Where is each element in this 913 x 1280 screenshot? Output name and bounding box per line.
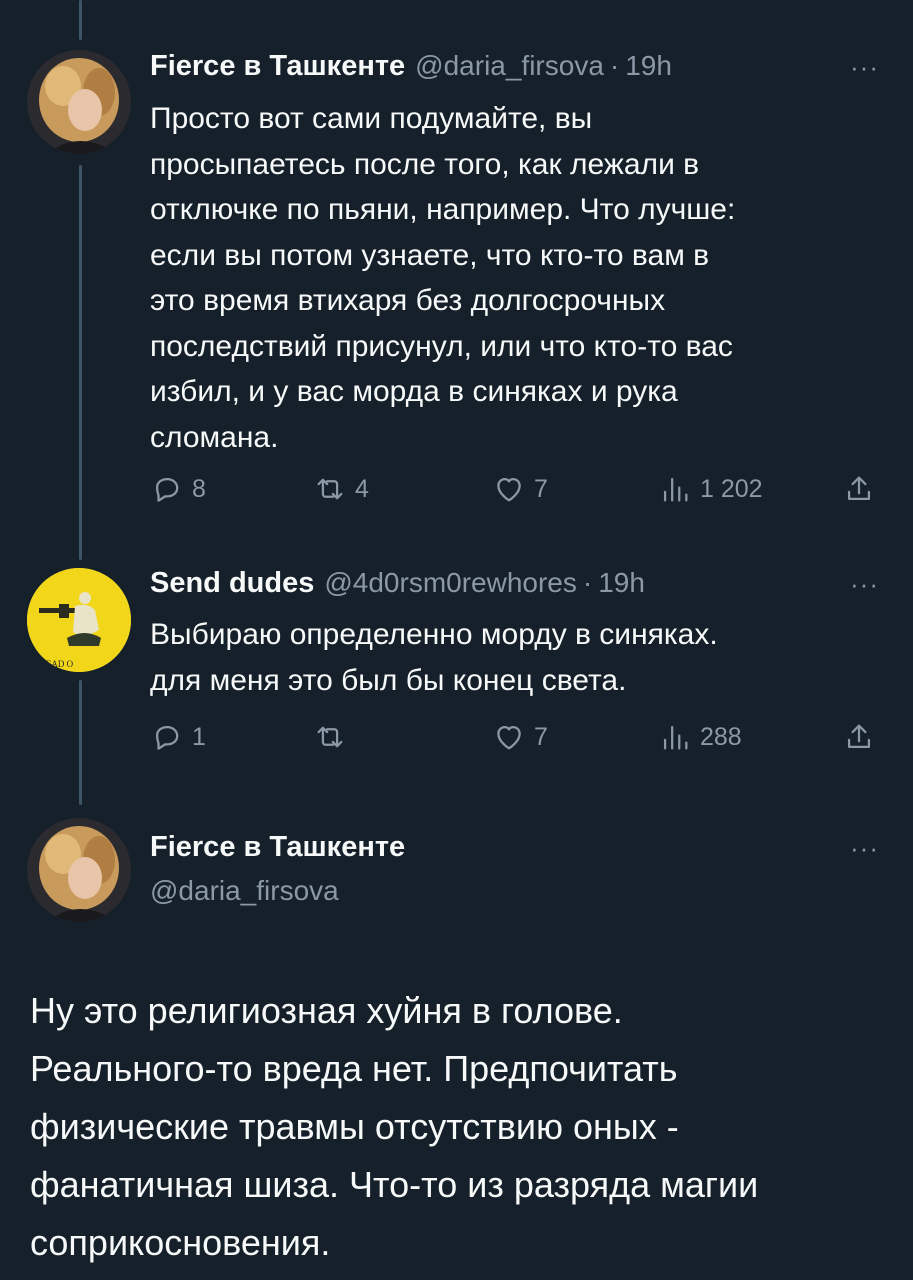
username[interactable]: @daria_firsova — [150, 875, 339, 907]
text-line: фанатичная шиза. Что-то из разряда магии — [30, 1164, 759, 1205]
reply-count: 8 — [192, 474, 206, 503]
views-button[interactable]: 288 — [658, 720, 742, 754]
views-button[interactable]: 1 202 — [658, 472, 763, 506]
more-icon[interactable]: ··· — [850, 569, 879, 600]
text-line: Просто вот сами подумайте, вы — [150, 102, 593, 135]
thread-line-2 — [79, 680, 82, 805]
like-count: 7 — [534, 474, 548, 503]
avatar[interactable] — [27, 818, 131, 922]
share-button[interactable] — [842, 472, 876, 506]
action-bar: 1 7 288 — [150, 720, 880, 760]
timestamp[interactable]: 19h — [625, 50, 672, 82]
username[interactable]: @4d0rsm0rewhores — [324, 567, 577, 599]
separator-dot: · — [609, 50, 620, 81]
text-line: соприкосновения. — [30, 1222, 331, 1263]
text-line: просыпаетесь после того, как лежали в — [150, 147, 700, 181]
profile-photo — [27, 50, 131, 154]
thread-line-1 — [79, 165, 82, 560]
profile-photo — [27, 818, 131, 922]
display-name[interactable]: Fierce в Ташкенте — [150, 50, 405, 83]
retweet-count: 4 — [355, 474, 369, 503]
share-icon — [847, 476, 871, 501]
text-line: Выбираю определенно морду в синяках. — [150, 618, 718, 651]
action-bar: 8 4 7 1 202 — [150, 472, 880, 512]
text-line: отключке по пьяни, например. Что лучше: — [150, 193, 736, 226]
tweet-text: Просто вот сами подумайте, вы просыпаете… — [150, 96, 735, 460]
text-line: последствий присунул, или что кто-то вас — [150, 329, 733, 363]
text-line: Реального-то вреда нет. Предпочитать — [30, 1048, 678, 1089]
profile-logo: T TREAD O — [27, 568, 131, 672]
heart-icon — [497, 477, 521, 502]
like-button[interactable]: 7 — [492, 720, 548, 754]
display-name[interactable]: Send dudes — [150, 567, 314, 600]
like-count: 7 — [534, 722, 548, 751]
text-line: физические травмы отсутствию оных - — [30, 1106, 679, 1147]
reply-button[interactable]: 8 — [150, 472, 206, 506]
reply-button[interactable]: 1 — [150, 720, 206, 754]
main-tweet-text: Ну это религиозная хуйня в голове. Реаль… — [30, 982, 890, 1272]
reply-icon — [155, 725, 179, 750]
like-button[interactable]: 7 — [492, 472, 548, 506]
retweet-icon — [317, 478, 343, 500]
views-icon — [663, 477, 688, 502]
thread-line-top — [79, 0, 82, 40]
text-line: если вы потом узнаете, что кто-то вам в — [150, 238, 710, 272]
text-line: сломана. — [150, 420, 279, 454]
retweet-icon — [317, 726, 343, 748]
retweet-button[interactable] — [313, 720, 355, 754]
share-icon — [847, 724, 871, 749]
text-line: это время втихаря без долгосрочных — [150, 284, 666, 317]
share-button[interactable] — [842, 720, 876, 754]
view-count: 288 — [700, 722, 742, 751]
tweet-text: Выбираю определенно морду в синяках. для… — [150, 612, 718, 703]
avatar[interactable]: T TREAD O — [27, 568, 131, 672]
view-count: 1 202 — [700, 474, 763, 503]
separator-dot: · — [582, 567, 593, 598]
more-icon[interactable]: ··· — [850, 52, 879, 83]
retweet-button[interactable]: 4 — [313, 472, 369, 506]
text-line: Ну это религиозная хуйня в голове. — [30, 990, 623, 1031]
text-line: для меня это был бы конец света. — [150, 663, 627, 697]
avatar[interactable] — [27, 50, 131, 154]
views-icon — [663, 725, 688, 750]
avatar-text: T TREAD O — [27, 659, 74, 669]
heart-icon — [497, 725, 521, 750]
reply-count: 1 — [192, 722, 206, 751]
reply-icon — [155, 477, 179, 502]
text-line: избил, и у вас морда в синяках и рука — [150, 375, 678, 408]
username[interactable]: @daria_firsova — [415, 50, 604, 82]
timestamp[interactable]: 19h — [598, 567, 645, 599]
more-icon[interactable]: ··· — [850, 833, 879, 864]
display-name[interactable]: Fierce в Ташкенте — [150, 831, 405, 864]
